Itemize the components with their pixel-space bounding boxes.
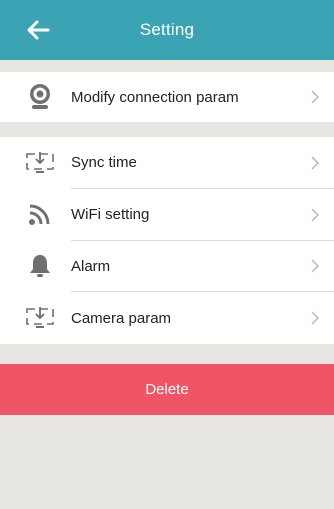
list-item-sync-time[interactable]: Sync time [0, 137, 334, 189]
chevron-right-icon [311, 311, 320, 325]
list-item-camera-param[interactable]: Camera param [0, 292, 334, 344]
list-item-wifi-setting[interactable]: WiFi setting [0, 189, 334, 241]
monitor-download-icon [24, 304, 56, 332]
list-item-label: Alarm [71, 257, 111, 275]
wifi-signal-icon [24, 201, 56, 229]
device-settings-section: Sync time WiFi setting Alarm Camera para… [0, 137, 334, 344]
chevron-right-icon [311, 90, 320, 104]
chevron-right-icon [311, 259, 320, 273]
webcam-icon [24, 83, 56, 111]
connection-section: Modify connection param [0, 72, 334, 122]
arrow-left-icon [27, 20, 50, 40]
list-item-label: WiFi setting [71, 206, 150, 224]
chevron-right-icon [311, 208, 320, 222]
list-item-label: Modify connection param [71, 88, 239, 106]
delete-label: Delete [145, 381, 189, 398]
list-item-label: Sync time [71, 154, 137, 172]
delete-button[interactable]: Delete [0, 364, 334, 415]
list-item-alarm[interactable]: Alarm [0, 241, 334, 293]
list-item-modify-connection[interactable]: Modify connection param [0, 72, 334, 122]
page-title: Setting [139, 20, 195, 39]
list-item-label: Camera param [71, 309, 172, 327]
back-button[interactable] [22, 15, 54, 45]
bell-icon [24, 252, 56, 280]
monitor-download-icon [24, 149, 56, 177]
chevron-right-icon [311, 156, 320, 170]
header-bar: Setting [0, 0, 334, 60]
